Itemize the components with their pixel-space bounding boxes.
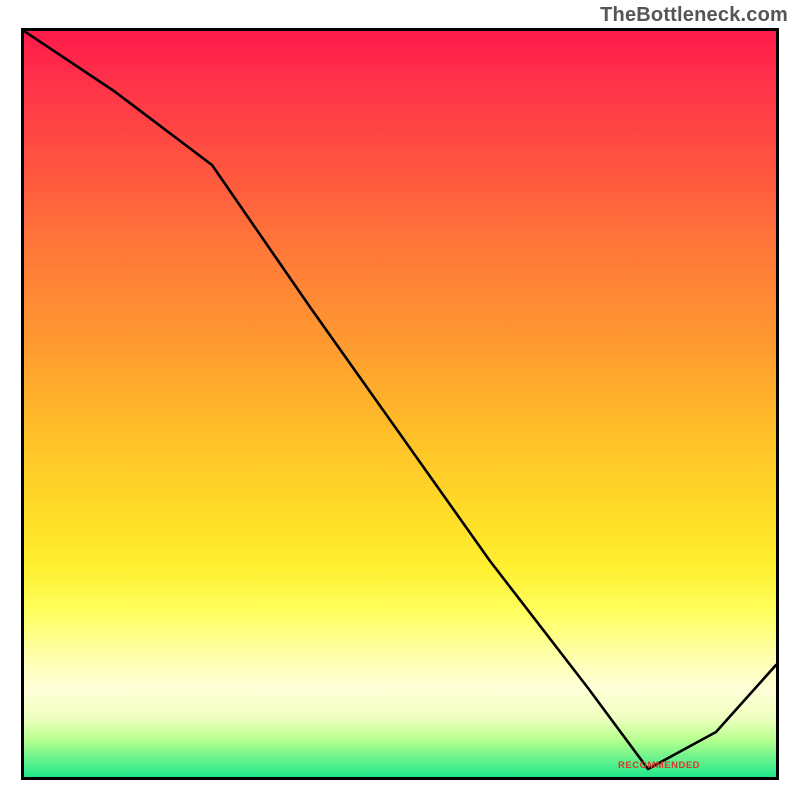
recommended-label: RECOMMENDED (618, 760, 700, 771)
page-root: TheBottleneck.com RECOMMENDED (0, 0, 800, 800)
bottleneck-curve-path (24, 31, 776, 769)
chart-plot-area: RECOMMENDED (21, 28, 779, 780)
chart-svg: RECOMMENDED (24, 31, 776, 777)
watermark-text: TheBottleneck.com (600, 4, 788, 27)
